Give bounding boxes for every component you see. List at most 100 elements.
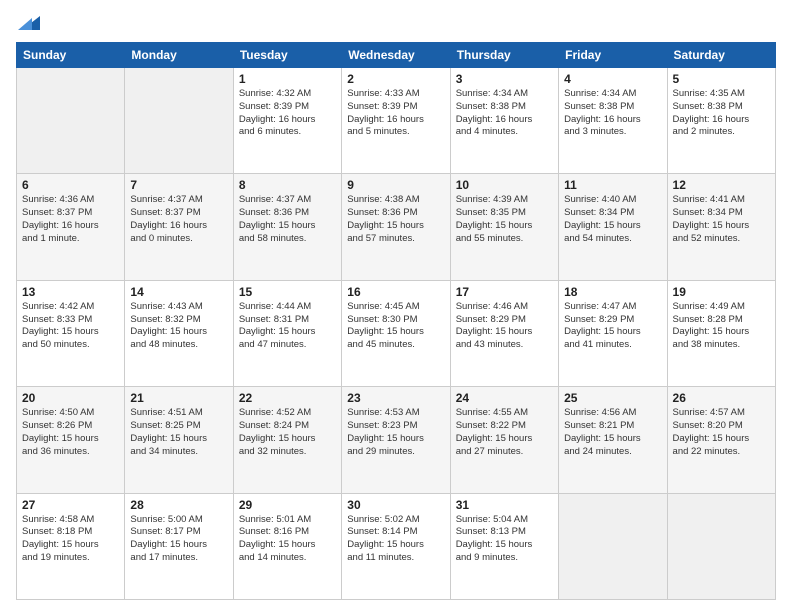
day-number: 20 bbox=[22, 391, 119, 405]
calendar-cell: 24 Sunrise: 4:55 AMSunset: 8:22 PMDayligh… bbox=[450, 387, 558, 493]
day-number: 22 bbox=[239, 391, 336, 405]
day-number: 1 bbox=[239, 72, 336, 86]
day-info: Sunrise: 4:34 AMSunset: 8:38 PMDaylight:… bbox=[564, 88, 661, 139]
day-info: Sunrise: 4:37 AMSunset: 8:37 PMDaylight:… bbox=[130, 194, 227, 245]
day-number: 31 bbox=[456, 498, 553, 512]
day-info: Sunrise: 4:34 AMSunset: 8:38 PMDaylight:… bbox=[456, 88, 553, 139]
day-info: Sunrise: 4:40 AMSunset: 8:34 PMDaylight:… bbox=[564, 194, 661, 245]
day-info: Sunrise: 4:53 AMSunset: 8:23 PMDaylight:… bbox=[347, 407, 444, 458]
calendar-cell: 30 Sunrise: 5:02 AMSunset: 8:14 PMDayligh… bbox=[342, 493, 450, 599]
day-info: Sunrise: 5:02 AMSunset: 8:14 PMDaylight:… bbox=[347, 514, 444, 565]
calendar-week-2: 6 Sunrise: 4:36 AMSunset: 8:37 PMDaylight… bbox=[17, 174, 776, 280]
day-number: 7 bbox=[130, 178, 227, 192]
day-info: Sunrise: 4:44 AMSunset: 8:31 PMDaylight:… bbox=[239, 301, 336, 352]
day-number: 14 bbox=[130, 285, 227, 299]
day-number: 2 bbox=[347, 72, 444, 86]
day-info: Sunrise: 4:32 AMSunset: 8:39 PMDaylight:… bbox=[239, 88, 336, 139]
logo-icon bbox=[18, 12, 40, 34]
calendar-cell: 16 Sunrise: 4:45 AMSunset: 8:30 PMDayligh… bbox=[342, 280, 450, 386]
day-number: 21 bbox=[130, 391, 227, 405]
header-day-saturday: Saturday bbox=[667, 43, 775, 68]
day-number: 28 bbox=[130, 498, 227, 512]
day-info: Sunrise: 4:45 AMSunset: 8:30 PMDaylight:… bbox=[347, 301, 444, 352]
day-number: 29 bbox=[239, 498, 336, 512]
calendar-cell: 2 Sunrise: 4:33 AMSunset: 8:39 PMDaylight… bbox=[342, 68, 450, 174]
day-number: 16 bbox=[347, 285, 444, 299]
day-info: Sunrise: 4:43 AMSunset: 8:32 PMDaylight:… bbox=[130, 301, 227, 352]
day-number: 24 bbox=[456, 391, 553, 405]
calendar-week-1: 1 Sunrise: 4:32 AMSunset: 8:39 PMDaylight… bbox=[17, 68, 776, 174]
calendar-cell: 29 Sunrise: 5:01 AMSunset: 8:16 PMDayligh… bbox=[233, 493, 341, 599]
day-info: Sunrise: 4:39 AMSunset: 8:35 PMDaylight:… bbox=[456, 194, 553, 245]
calendar-cell: 8 Sunrise: 4:37 AMSunset: 8:36 PMDaylight… bbox=[233, 174, 341, 280]
calendar-cell: 28 Sunrise: 5:00 AMSunset: 8:17 PMDayligh… bbox=[125, 493, 233, 599]
calendar-cell: 10 Sunrise: 4:39 AMSunset: 8:35 PMDayligh… bbox=[450, 174, 558, 280]
header bbox=[16, 12, 776, 34]
day-info: Sunrise: 4:50 AMSunset: 8:26 PMDaylight:… bbox=[22, 407, 119, 458]
day-number: 26 bbox=[673, 391, 770, 405]
header-day-sunday: Sunday bbox=[17, 43, 125, 68]
day-info: Sunrise: 4:36 AMSunset: 8:37 PMDaylight:… bbox=[22, 194, 119, 245]
calendar-cell: 21 Sunrise: 4:51 AMSunset: 8:25 PMDayligh… bbox=[125, 387, 233, 493]
calendar-cell: 6 Sunrise: 4:36 AMSunset: 8:37 PMDaylight… bbox=[17, 174, 125, 280]
calendar-cell: 20 Sunrise: 4:50 AMSunset: 8:26 PMDayligh… bbox=[17, 387, 125, 493]
day-number: 8 bbox=[239, 178, 336, 192]
day-number: 15 bbox=[239, 285, 336, 299]
day-number: 9 bbox=[347, 178, 444, 192]
day-number: 19 bbox=[673, 285, 770, 299]
calendar-cell: 17 Sunrise: 4:46 AMSunset: 8:29 PMDayligh… bbox=[450, 280, 558, 386]
day-info: Sunrise: 4:58 AMSunset: 8:18 PMDaylight:… bbox=[22, 514, 119, 565]
day-number: 11 bbox=[564, 178, 661, 192]
header-day-thursday: Thursday bbox=[450, 43, 558, 68]
header-day-wednesday: Wednesday bbox=[342, 43, 450, 68]
calendar-week-3: 13 Sunrise: 4:42 AMSunset: 8:33 PMDayligh… bbox=[17, 280, 776, 386]
day-number: 18 bbox=[564, 285, 661, 299]
calendar-cell: 19Sunrise: 4:49 AMSunset: 8:28 PMDayligh… bbox=[667, 280, 775, 386]
day-number: 17 bbox=[456, 285, 553, 299]
calendar-week-5: 27 Sunrise: 4:58 AMSunset: 8:18 PMDayligh… bbox=[17, 493, 776, 599]
calendar-cell: 25 Sunrise: 4:56 AMSunset: 8:21 PMDayligh… bbox=[559, 387, 667, 493]
day-number: 30 bbox=[347, 498, 444, 512]
day-number: 27 bbox=[22, 498, 119, 512]
day-info: Sunrise: 5:01 AMSunset: 8:16 PMDaylight:… bbox=[239, 514, 336, 565]
calendar-cell: 13 Sunrise: 4:42 AMSunset: 8:33 PMDayligh… bbox=[17, 280, 125, 386]
calendar-cell: 9 Sunrise: 4:38 AMSunset: 8:36 PMDaylight… bbox=[342, 174, 450, 280]
day-number: 5 bbox=[673, 72, 770, 86]
day-number: 4 bbox=[564, 72, 661, 86]
day-info: Sunrise: 4:33 AMSunset: 8:39 PMDaylight:… bbox=[347, 88, 444, 139]
day-info: Sunrise: 4:55 AMSunset: 8:22 PMDaylight:… bbox=[456, 407, 553, 458]
calendar-table: SundayMondayTuesdayWednesdayThursdayFrid… bbox=[16, 42, 776, 600]
calendar-cell bbox=[559, 493, 667, 599]
calendar-cell: 23Sunrise: 4:53 AMSunset: 8:23 PMDayligh… bbox=[342, 387, 450, 493]
day-number: 13 bbox=[22, 285, 119, 299]
calendar-cell: 11 Sunrise: 4:40 AMSunset: 8:34 PMDayligh… bbox=[559, 174, 667, 280]
calendar-week-4: 20 Sunrise: 4:50 AMSunset: 8:26 PMDayligh… bbox=[17, 387, 776, 493]
calendar-cell bbox=[667, 493, 775, 599]
day-info: Sunrise: 4:42 AMSunset: 8:33 PMDaylight:… bbox=[22, 301, 119, 352]
calendar-cell: 26 Sunrise: 4:57 AMSunset: 8:20 PMDayligh… bbox=[667, 387, 775, 493]
calendar-cell bbox=[17, 68, 125, 174]
day-info: Sunrise: 4:56 AMSunset: 8:21 PMDaylight:… bbox=[564, 407, 661, 458]
calendar-cell: 7 Sunrise: 4:37 AMSunset: 8:37 PMDaylight… bbox=[125, 174, 233, 280]
day-info: Sunrise: 4:47 AMSunset: 8:29 PMDaylight:… bbox=[564, 301, 661, 352]
calendar-cell: 12Sunrise: 4:41 AMSunset: 8:34 PMDayligh… bbox=[667, 174, 775, 280]
day-number: 10 bbox=[456, 178, 553, 192]
day-info: Sunrise: 4:51 AMSunset: 8:25 PMDaylight:… bbox=[130, 407, 227, 458]
day-info: Sunrise: 4:46 AMSunset: 8:29 PMDaylight:… bbox=[456, 301, 553, 352]
day-info: Sunrise: 4:37 AMSunset: 8:36 PMDaylight:… bbox=[239, 194, 336, 245]
calendar-header-row: SundayMondayTuesdayWednesdayThursdayFrid… bbox=[17, 43, 776, 68]
calendar-cell: 1 Sunrise: 4:32 AMSunset: 8:39 PMDaylight… bbox=[233, 68, 341, 174]
day-info: Sunrise: 5:04 AMSunset: 8:13 PMDaylight:… bbox=[456, 514, 553, 565]
day-info: Sunrise: 4:38 AMSunset: 8:36 PMDaylight:… bbox=[347, 194, 444, 245]
day-info: Sunrise: 4:52 AMSunset: 8:24 PMDaylight:… bbox=[239, 407, 336, 458]
calendar-cell: 18 Sunrise: 4:47 AMSunset: 8:29 PMDayligh… bbox=[559, 280, 667, 386]
day-info: Sunrise: 4:57 AMSunset: 8:20 PMDaylight:… bbox=[673, 407, 770, 458]
calendar-cell: 14 Sunrise: 4:43 AMSunset: 8:32 PMDayligh… bbox=[125, 280, 233, 386]
calendar-cell: 5 Sunrise: 4:35 AMSunset: 8:38 PMDaylight… bbox=[667, 68, 775, 174]
calendar-cell bbox=[125, 68, 233, 174]
page: SundayMondayTuesdayWednesdayThursdayFrid… bbox=[0, 0, 792, 612]
day-number: 25 bbox=[564, 391, 661, 405]
day-info: Sunrise: 5:00 AMSunset: 8:17 PMDaylight:… bbox=[130, 514, 227, 565]
day-info: Sunrise: 4:35 AMSunset: 8:38 PMDaylight:… bbox=[673, 88, 770, 139]
day-number: 6 bbox=[22, 178, 119, 192]
